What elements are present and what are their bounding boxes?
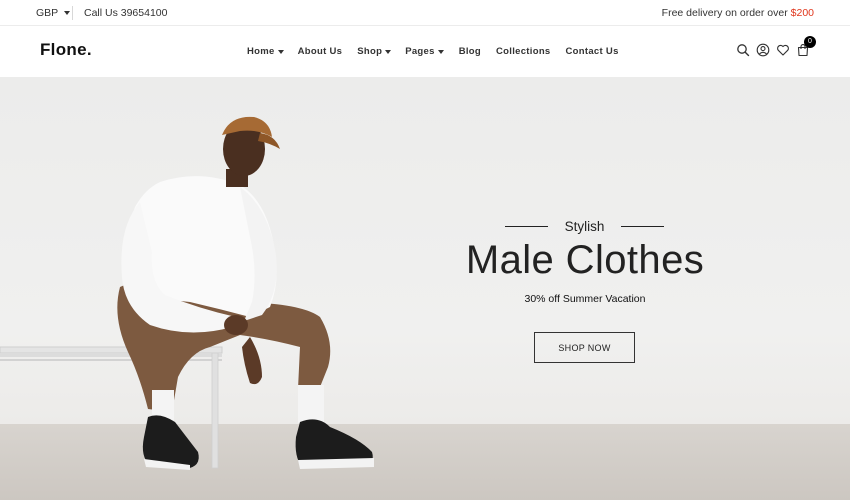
nav-item-collections[interactable]: Collections xyxy=(496,46,551,57)
chevron-down-icon xyxy=(385,49,392,54)
chevron-down-icon xyxy=(277,49,284,54)
nav-label: Shop xyxy=(357,46,383,57)
search-icon[interactable] xyxy=(736,43,750,57)
currency-label: GBP xyxy=(36,7,59,19)
hero-model-image xyxy=(0,116,374,470)
nav-item-blog[interactable]: Blog xyxy=(459,46,481,57)
kicker-line-left xyxy=(505,225,548,227)
main-nav: Home About Us Shop Pages Blog Collection… xyxy=(247,46,619,57)
chevron-down-icon xyxy=(437,49,444,54)
nav-item-shop[interactable]: Shop xyxy=(357,46,392,57)
shop-now-button[interactable]: SHOP NOW xyxy=(534,332,635,363)
delivery-text: Free delivery on order over xyxy=(661,7,788,19)
nav-label: Pages xyxy=(405,46,435,57)
account-icon[interactable] xyxy=(756,43,770,57)
hero-banner: Stylish Male Clothes 30% off Summer Vaca… xyxy=(0,77,850,500)
nav-label: Collections xyxy=(496,46,551,57)
heart-icon[interactable] xyxy=(776,43,790,57)
hero-title: Male Clothes xyxy=(465,238,705,282)
phone-text: Call Us 39654100 xyxy=(84,7,168,19)
hero-subtitle: 30% off Summer Vacation xyxy=(524,293,646,305)
nav-item-home[interactable]: Home xyxy=(247,46,284,57)
topbar-divider xyxy=(72,6,73,20)
kicker-line-right xyxy=(620,225,664,227)
cart-icon[interactable]: 0 xyxy=(796,36,816,57)
nav-label: Blog xyxy=(458,46,481,57)
delivery-notice: Free delivery on order over $200 xyxy=(662,7,814,19)
top-bar: GBP Call Us 39654100 Free delivery on or… xyxy=(0,0,850,26)
currency-selector[interactable]: GBP xyxy=(36,7,71,19)
nav-label: Contact Us xyxy=(565,46,619,57)
header-icons: 0 xyxy=(736,36,816,57)
nav-item-contact[interactable]: Contact Us xyxy=(566,46,619,57)
cart-count-badge: 0 xyxy=(804,36,816,48)
chevron-down-icon xyxy=(64,11,71,15)
nav-item-pages[interactable]: Pages xyxy=(405,46,444,57)
site-logo[interactable]: Flone. xyxy=(40,40,92,60)
nav-label: About Us xyxy=(297,46,343,57)
hero-kicker-row: Stylish xyxy=(505,218,664,234)
hero-kicker: Stylish xyxy=(564,218,605,234)
main-header: Flone. Home About Us Shop Pages Blog Col… xyxy=(0,27,850,77)
nav-label: Home xyxy=(247,46,275,57)
nav-item-about[interactable]: About Us xyxy=(298,46,343,57)
delivery-amount: $200 xyxy=(790,7,814,19)
